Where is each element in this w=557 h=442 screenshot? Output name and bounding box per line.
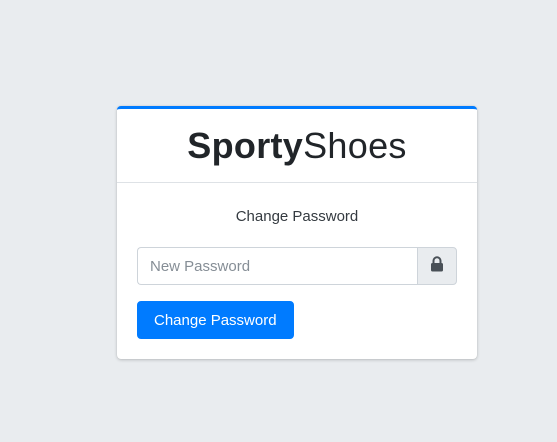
password-addon (417, 247, 457, 285)
brand-logo: SportyShoes (187, 124, 407, 166)
form-title: Change Password (235, 208, 359, 225)
change-password-button[interactable]: Change Password (137, 301, 294, 339)
password-input-group (137, 247, 457, 285)
new-password-input[interactable] (137, 247, 417, 285)
brand-logo-bold: Sporty (187, 124, 304, 166)
brand-logo-light: Shoes (303, 124, 407, 166)
card-body: Change Password Change Password (117, 208, 477, 339)
change-password-card: SportyShoes Change Password Change Passw… (117, 106, 477, 359)
lock-icon (430, 255, 444, 277)
card-header: SportyShoes (117, 109, 477, 183)
